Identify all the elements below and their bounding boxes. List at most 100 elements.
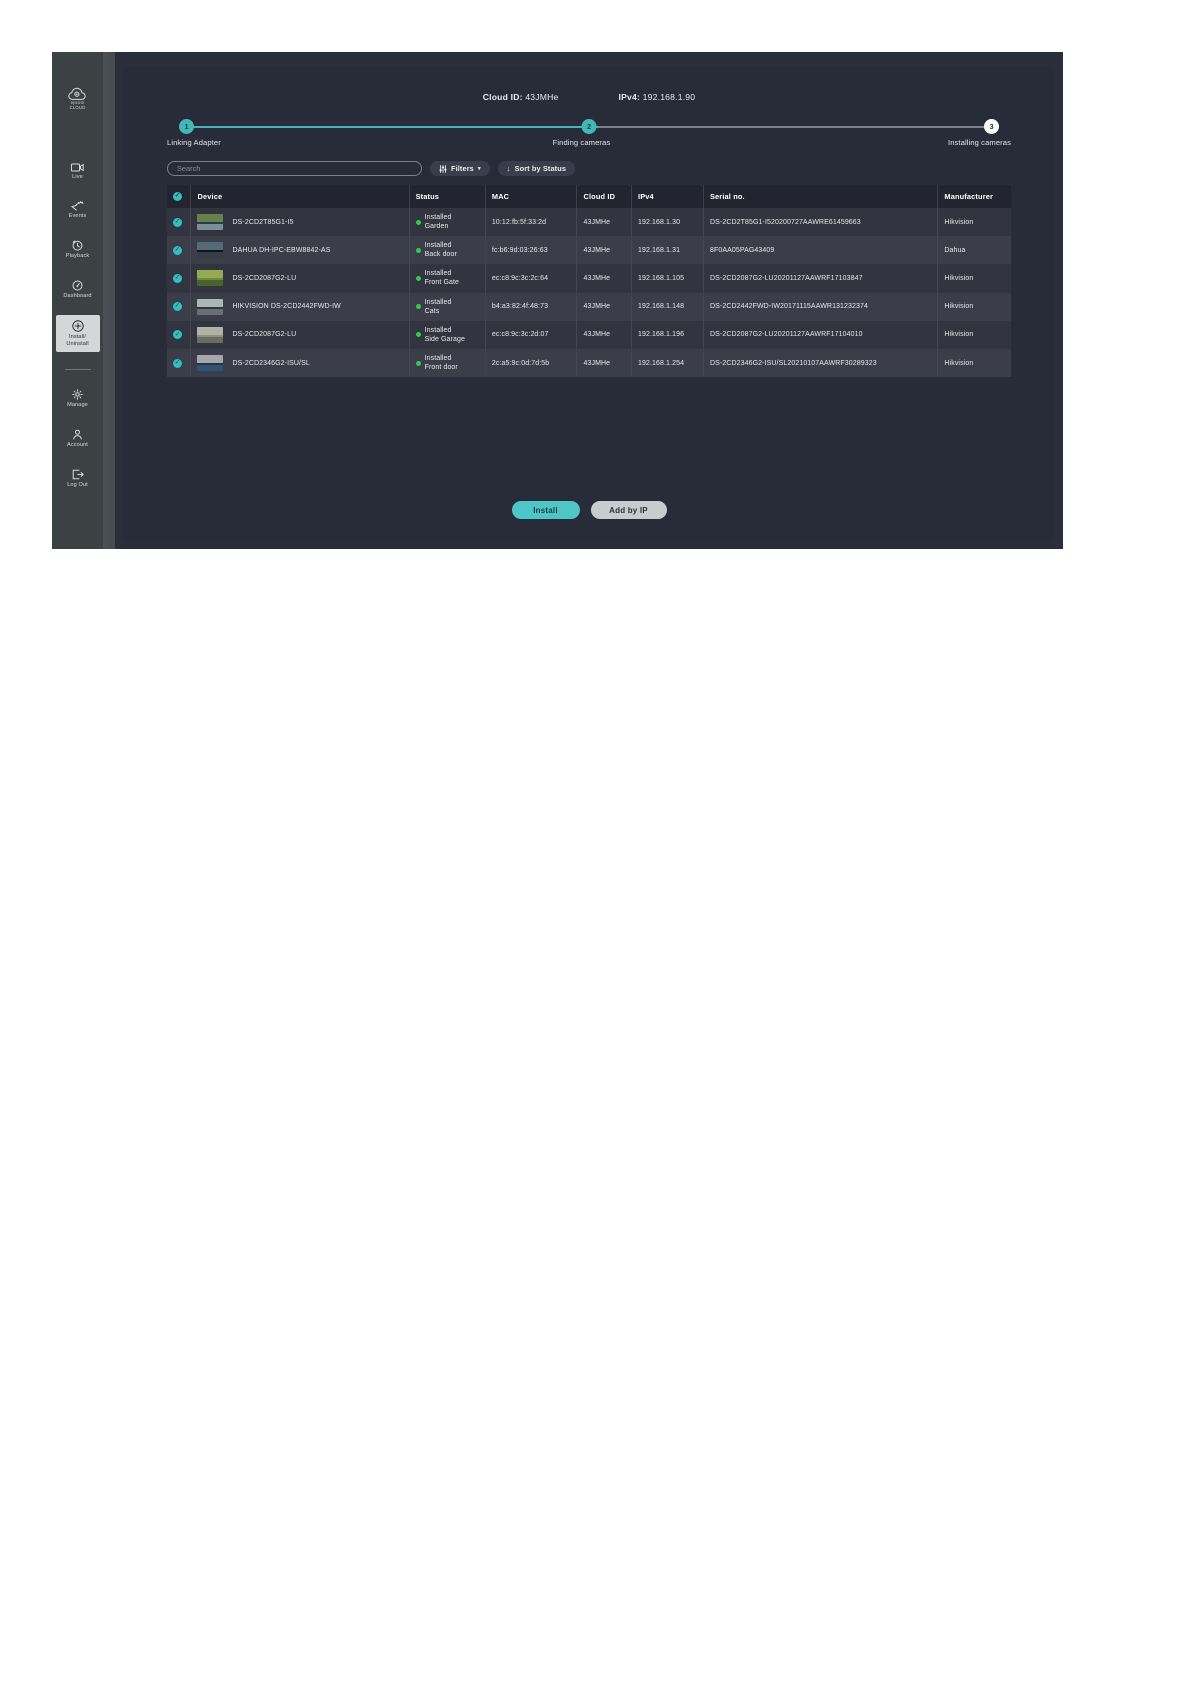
table-row[interactable]: ✓ DS-2CD2T85G1-I5 Installed Garden 10:12:fb:…: [167, 208, 1011, 237]
camera-thumbnail: [197, 242, 224, 259]
manufacturer-cell: Hikvision: [944, 218, 974, 226]
table-header-row: ✓ Device Status MAC Cloud ID IPv4 Serial…: [167, 185, 1011, 208]
table-row[interactable]: ✓ DS-2CD2087G2-LU Installed Front Gate ec:c8…: [167, 264, 1011, 293]
device-name: DS-2CD2087G2-LU: [232, 274, 297, 282]
sort-by-status-button[interactable]: ↓ Sort by Status: [497, 161, 576, 176]
table-row[interactable]: ✓ HIKVISION DS-2CD2442FWD-IW Installed Cats…: [167, 292, 1011, 321]
row-checkbox[interactable]: ✓: [173, 330, 182, 340]
serial-cell: DS-2CD2T85G1-I520200727AAWRE61459663: [703, 208, 939, 237]
cloud-logo-icon: [68, 87, 86, 101]
row-select-cell[interactable]: ✓: [167, 208, 192, 237]
step-number: 1: [184, 122, 189, 131]
row-select-cell[interactable]: ✓: [167, 348, 192, 378]
sidebar-item-manage[interactable]: Manage: [56, 384, 100, 413]
stepper-track-progress: [188, 126, 598, 128]
sidebar: epcom CLOUD Live Events Playback Dashboa…: [52, 52, 103, 549]
manufacturer-cell: Hikvision: [944, 331, 974, 339]
table-row[interactable]: ✓ DS-2CD2346G2-ISU/SL Installed Front door 2…: [167, 348, 1011, 378]
status-state: Installed: [424, 298, 452, 306]
mac-cell: 2c:a5:9c:0d:7d:5b: [485, 348, 578, 378]
filters-button[interactable]: Filters ▾: [430, 161, 490, 176]
sidebar-item-account[interactable]: Account: [56, 424, 100, 453]
select-all-checkbox[interactable]: ✓: [173, 192, 182, 201]
column-header-cloud-id[interactable]: Cloud ID: [576, 185, 632, 208]
device-name: DAHUA DH-IPC-EBW8842-AS: [232, 246, 331, 254]
sidebar-item-label: Account: [67, 441, 88, 448]
row-select-cell[interactable]: ✓: [167, 264, 192, 293]
device-name: DS-2CD2346G2-ISU/SL: [232, 359, 310, 367]
status-indicator-icon: [415, 304, 421, 310]
status-indicator-icon: [415, 275, 421, 281]
device-cell: DS-2CD2T85G1-I5: [190, 208, 410, 237]
sidebar-item-live[interactable]: Live: [56, 158, 100, 185]
filters-label: Filters: [451, 164, 474, 173]
serial-cell: DS-2CD2442FWD-IW20171115AAWR131232374: [703, 292, 939, 321]
column-header-serial[interactable]: Serial no.: [703, 185, 939, 208]
camera-thumbnail: [197, 326, 224, 343]
events-icon: [71, 201, 84, 211]
sidebar-item-events[interactable]: Events: [56, 196, 100, 224]
add-by-ip-button[interactable]: Add by IP: [590, 501, 667, 519]
status-cell: Installed Back door: [409, 236, 486, 265]
sidebar-item-install-uninstall[interactable]: Install/ Uninstall: [55, 314, 100, 352]
table-row[interactable]: ✓ DS-2CD2087G2-LU Installed Side Garage ec:c…: [167, 320, 1011, 349]
table-toolbar: Filters ▾ ↓ Sort by Status: [167, 161, 1055, 176]
table-head: ✓ Device Status MAC Cloud ID IPv4 Serial…: [167, 185, 1011, 208]
logo-subtext: CLOUD: [69, 105, 86, 110]
chevron-down-icon: ▾: [477, 165, 481, 172]
cloud-id-cell: 43JMHe: [576, 264, 632, 293]
status-indicator-icon: [415, 219, 421, 225]
sidebar-item-label-line2: Uninstall: [66, 340, 89, 347]
ipv4-cell: 192.168.1.31: [631, 236, 704, 265]
status-location: Front door: [424, 364, 458, 372]
sidebar-item-label: Dashboard: [63, 292, 92, 299]
device-name: HIKVISION DS-2CD2442FWD-IW: [232, 303, 341, 311]
app-logo: epcom CLOUD: [58, 82, 98, 116]
row-select-cell[interactable]: ✓: [167, 236, 192, 265]
row-select-cell[interactable]: ✓: [167, 320, 192, 349]
device-cell: DS-2CD2087G2-LU: [190, 320, 410, 349]
camera-thumbnail: [197, 214, 224, 231]
status-cell: Installed Front Gate: [409, 264, 486, 293]
row-checkbox[interactable]: ✓: [173, 358, 182, 368]
search-input[interactable]: [167, 161, 422, 176]
ipv4-cell: 192.168.1.105: [631, 264, 704, 293]
status-indicator-icon: [415, 332, 421, 338]
main-stage: Cloud ID: 43JMHe IPv4: 192.168.1.90 1 2 …: [103, 52, 1063, 549]
row-select-cell[interactable]: ✓: [167, 292, 192, 321]
status-state: Installed: [424, 270, 452, 278]
select-all-header[interactable]: ✓: [167, 185, 192, 208]
serial-cell: DS-2CD2346G2-ISU/SL20210107AAWRF30289323: [703, 348, 939, 378]
sort-label: Sort by Status: [514, 164, 567, 173]
sidebar-item-label: Log Out: [67, 481, 88, 488]
row-checkbox[interactable]: ✓: [173, 245, 182, 255]
install-button[interactable]: Install: [511, 501, 580, 519]
status-location: Back door: [424, 251, 457, 259]
sidebar-item-label: Playback: [65, 252, 90, 259]
status-location: Cats: [424, 307, 440, 315]
row-checkbox[interactable]: ✓: [173, 302, 182, 312]
sidebar-item-label: Live: [72, 174, 83, 180]
row-checkbox[interactable]: ✓: [173, 217, 182, 227]
column-header-status[interactable]: Status: [409, 185, 486, 208]
mac-cell: 10:12:fb:5f:33:2d: [485, 208, 578, 237]
stepper-labels: Linking Adapter Finding cameras Installi…: [167, 138, 1011, 147]
column-header-mac[interactable]: MAC: [485, 185, 578, 208]
row-checkbox[interactable]: ✓: [173, 273, 182, 283]
device-cell: HIKVISION DS-2CD2442FWD-IW: [190, 292, 410, 321]
stepper-step-2[interactable]: 2: [581, 119, 597, 134]
sidebar-item-playback[interactable]: Playback: [56, 235, 100, 264]
sidebar-item-logout[interactable]: Log Out: [56, 464, 100, 493]
arrow-down-icon: ↓: [506, 164, 511, 173]
sidebar-item-dashboard[interactable]: Dashboard: [56, 275, 100, 304]
mac-cell: fc:b6:9d:03:26:63: [485, 236, 578, 265]
column-header-device[interactable]: Device: [190, 185, 410, 208]
stepper-step-1[interactable]: 1: [179, 119, 194, 134]
column-header-ipv4[interactable]: IPv4: [631, 185, 704, 208]
camera-icon: [71, 163, 84, 172]
status-location: Side Garage: [424, 335, 465, 343]
column-header-manufacturer[interactable]: Manufacturer: [937, 185, 1011, 208]
table-row[interactable]: ✓ DAHUA DH-IPC-EBW8842-AS Installed Back do…: [167, 236, 1011, 265]
manufacturer-cell: Dahua: [944, 246, 966, 254]
stepper-step-3[interactable]: 3: [984, 119, 999, 134]
